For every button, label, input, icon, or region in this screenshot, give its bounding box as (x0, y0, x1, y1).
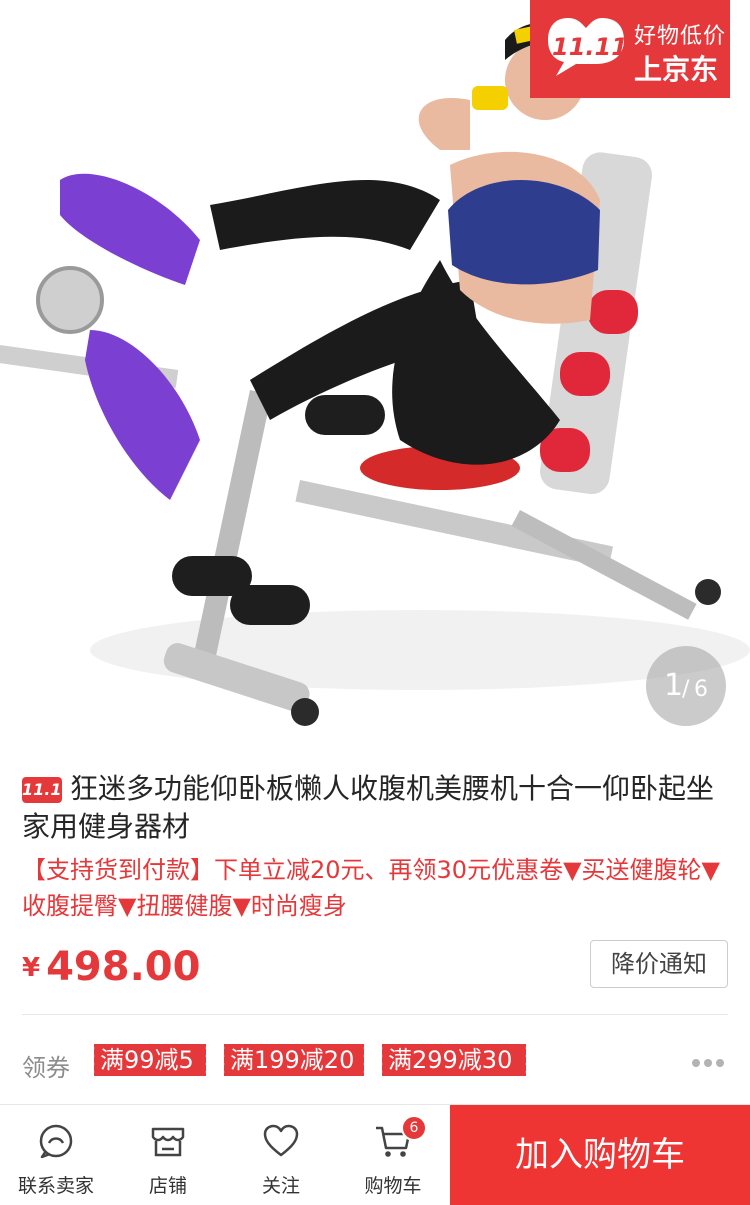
bottom-action-bar: 联系卖家 店铺 关注 6 购物车 加入购物车 (0, 1104, 750, 1205)
product-price: ¥498.00 (22, 944, 200, 990)
follow-button[interactable]: 关注 (225, 1105, 337, 1205)
gallery-current-page: 1 (664, 668, 684, 703)
coupon-label: 领券 (22, 1054, 70, 1082)
gallery-separator: / (682, 677, 690, 702)
coupon-item[interactable]: 满299减30 (380, 1044, 526, 1076)
cart-label: 购物车 (364, 1175, 422, 1197)
price-currency: ¥ (22, 953, 41, 983)
promo-line-1: 好物低价 (634, 24, 727, 49)
promo-line-2: 上京东 (634, 53, 719, 86)
product-photo (0, 17, 750, 726)
gallery-total-pages: 6 (694, 677, 708, 702)
coupon-item[interactable]: 满99减5 (92, 1044, 206, 1076)
coupon-row[interactable]: 领券 满99减5 满199减20 满299减30 (22, 1044, 728, 1084)
price-amount: 498.00 (46, 944, 201, 990)
chat-bubble-icon (39, 1124, 73, 1159)
product-title-block: 11.11狂迷多功能仰卧板懒人收腹机美腰机十合一仰卧起坐家用健身器材 (22, 770, 722, 846)
cart-count-badge: 6 (401, 1115, 427, 1141)
price-drop-notify-button[interactable]: 降价通知 (590, 940, 728, 988)
promo-bubble-text: 11.11 (552, 33, 628, 61)
shop-label: 店铺 (148, 1175, 187, 1197)
promo-1111-tag: 11.11 (22, 777, 73, 803)
contact-seller-button[interactable]: 联系卖家 (0, 1105, 112, 1205)
cart-button[interactable]: 6 购物车 (337, 1105, 449, 1205)
product-title: 狂迷多功能仰卧板懒人收腹机美腰机十合一仰卧起坐家用健身器材 (22, 772, 715, 843)
add-to-cart-button[interactable]: 加入购物车 (450, 1105, 750, 1205)
coupon-item[interactable]: 满199减20 (222, 1044, 364, 1076)
store-icon (151, 1127, 185, 1157)
follow-label: 关注 (261, 1175, 300, 1197)
gallery-page-indicator: 1 / 6 (646, 646, 726, 726)
shop-button[interactable]: 店铺 (112, 1105, 224, 1205)
more-coupons-icon[interactable] (688, 1052, 728, 1076)
contact-seller-label: 联系卖家 (17, 1175, 94, 1197)
divider (22, 1014, 728, 1015)
promo-badge: 11.11 好物低价 上京东 (530, 0, 730, 98)
product-subtitle: 【支持货到付款】下单立减20元、再领30元优惠卷▼买送健腹轮▼收腹提臀▼扭腰健腹… (22, 856, 720, 920)
product-image-gallery[interactable]: 11.11 好物低价 上京东 1 / 6 (0, 0, 750, 748)
heart-icon (263, 1124, 299, 1157)
